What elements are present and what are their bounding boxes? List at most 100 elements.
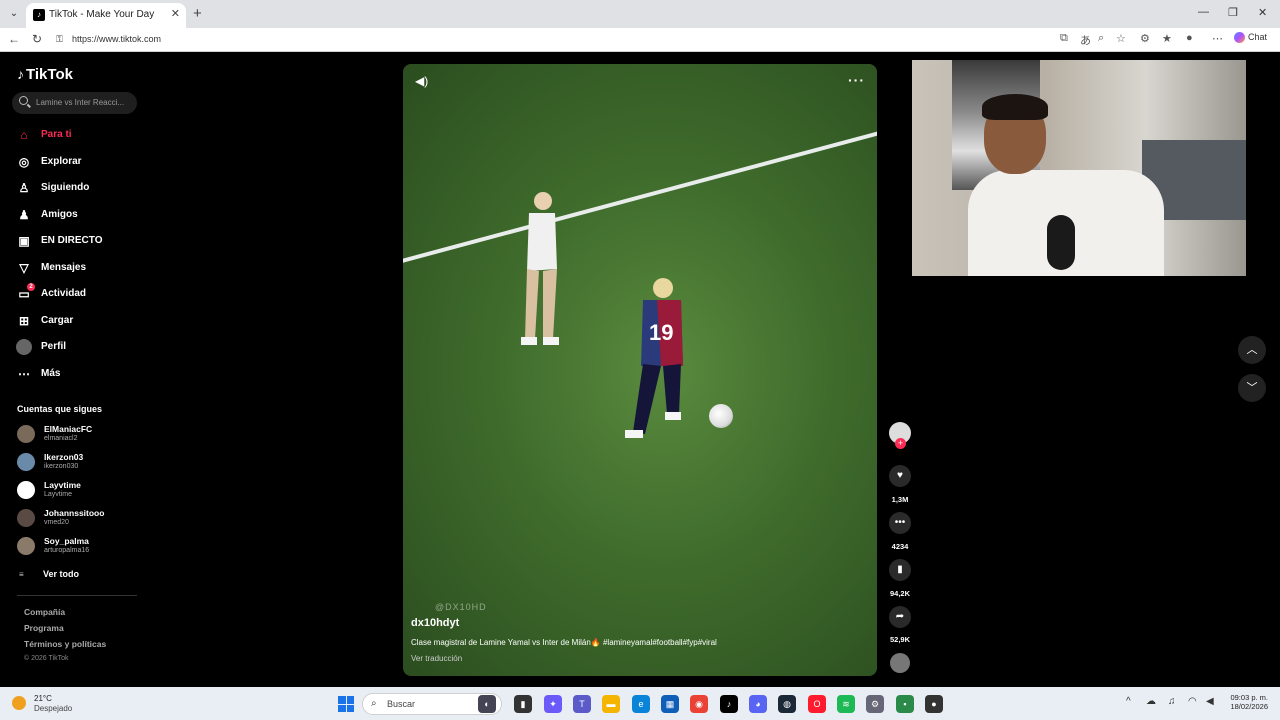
tiktok-favicon-icon: ♪ [33,9,45,21]
menu-dots-icon[interactable]: ⋯ [1212,32,1223,45]
nav-label: Para ti [41,129,72,140]
follow-plus-icon[interactable]: + [895,438,906,449]
steam-icon[interactable]: ◍ [778,695,796,713]
copilot-app-icon[interactable]: ✦ [544,695,562,713]
previous-video-chevron-up-icon[interactable]: ︿ [1238,336,1266,364]
account-handle: ikerzon030 [44,463,79,470]
search-input[interactable]: Lamine vs Inter Reacci... [12,92,137,114]
account-name: ElManiacFC [44,424,93,434]
windows-start-icon[interactable] [338,696,354,712]
tray-chevron-up-icon[interactable]: ^ [1126,696,1131,707]
volume-icon[interactable]: ◀) [415,74,428,88]
copilot-chat-button[interactable]: Chat [1234,32,1267,44]
teams-icon[interactable]: T [573,695,591,713]
weather-sun-icon[interactable] [12,696,26,710]
footer-link-terms[interactable]: Términos y políticas [24,639,106,649]
live-icon: ▣ [18,234,30,248]
avatar [17,481,35,499]
discord-icon[interactable]: ◕ [749,695,767,713]
chrome-icon[interactable]: ◉ [690,695,708,713]
more-icon: ⋯ [18,366,30,381]
zoom-icon[interactable]: ⌕ [1098,32,1104,45]
extensions-icon[interactable]: ⚙ [1140,32,1150,45]
account-handle: vmed20 [44,519,69,526]
open-in-app-icon[interactable]: ⧉ [1060,32,1068,45]
translate-icon[interactable]: あ [1080,32,1091,48]
avatar [17,425,35,443]
nav-item-siguiendo[interactable]: ♙ Siguiendo [16,176,146,203]
save-count: 94,2K [889,589,910,598]
notification-badge: 2 [27,283,35,291]
bookmark-icon[interactable]: ▮ [889,559,911,581]
tab-list-chevron-icon[interactable]: ⌄ [6,6,22,22]
weather-desc: Despejado [34,704,73,713]
task-view-icon[interactable]: ▮ [514,695,532,713]
maximize-icon[interactable]: ❐ [1228,6,1238,19]
nav-item-perfil[interactable]: Perfil [16,335,146,362]
weather-temp: 21°C [34,694,52,703]
video-caption: Clase magistral de Lamine Yamal vs Inter… [411,638,717,647]
file-explorer-icon[interactable]: ▬ [602,695,620,713]
volume-icon[interactable]: ◀ [1206,696,1214,707]
tiktok-app-icon[interactable]: ♪ [720,695,738,713]
defender-player [521,192,559,345]
edge-icon[interactable]: e [632,695,650,713]
avatar [17,509,35,527]
like-heart-icon[interactable]: ♥ [889,465,911,487]
nav-item-mas[interactable]: ⋯ Más [16,362,146,389]
share-arrow-icon[interactable]: ➦ [889,606,911,628]
nav-item-actividad[interactable]: ▭ 2 Actividad [16,282,146,309]
tab-close-icon[interactable]: ✕ [171,7,180,20]
jersey-number: 19 [649,320,673,345]
see-translation-link[interactable]: Ver traducción [411,654,462,663]
taskbar-clock[interactable]: 09:03 p. m. 18/02/2026 [1228,693,1268,711]
music-disc-icon[interactable] [890,653,910,673]
nav-item-explorar[interactable]: ◎ Explorar [16,150,146,177]
pitch-line [403,124,877,268]
url-field[interactable]: https://www.tiktok.com [72,34,161,44]
following-section-title: Cuentas que sigues [17,404,103,414]
store-icon[interactable]: ▦ [661,695,679,713]
more-options-icon[interactable]: ··· [848,72,865,88]
footer-link-program[interactable]: Programa [24,623,64,633]
wifi-icon[interactable]: ◠ [1188,696,1197,707]
cloud-icon[interactable]: ☁ [1146,696,1156,707]
search-highlight-icon[interactable]: ◐ [478,695,496,713]
nav-item-para-ti[interactable]: ⌂ Para ti [16,123,146,150]
nav-item-cargar[interactable]: ⊞ Cargar [16,309,146,336]
see-all-link[interactable]: ≡ Ver todo [19,569,79,579]
next-video-chevron-down-icon[interactable]: ﹀ [1238,374,1266,402]
recorder-icon[interactable]: ● [925,695,943,713]
nav-item-mensajes[interactable]: ▽ Mensajes [16,256,146,283]
mic-icon[interactable]: ♫ [1168,696,1176,707]
reload-icon[interactable]: ↻ [32,32,42,46]
nav-item-amigos[interactable]: ♟ Amigos [16,203,146,230]
spotify-icon[interactable]: ≋ [837,695,855,713]
favorites-icon[interactable]: ★ [1162,32,1172,45]
profile-avatar-icon[interactable]: ● [1186,32,1193,44]
back-arrow-icon[interactable]: ← [8,32,20,46]
app-icon[interactable]: ▪ [896,695,914,713]
minimize-icon[interactable]: — [1198,6,1209,18]
new-tab-plus-icon[interactable]: + [193,5,202,22]
site-info-icon[interactable]: ⚿ [56,34,63,45]
search-icon: ⌕ [371,698,377,709]
tiktok-logo[interactable]: ♪ TikTok [17,66,73,83]
footer-link-company[interactable]: Compañía [24,607,65,617]
browser-tab[interactable]: ♪ TikTok - Make Your Day ✕ [26,3,186,28]
video-player[interactable]: 19 ◀) ··· @DX10HD dx10hdyt Clase magistr… [403,64,877,676]
webcam-overlay [912,60,1246,276]
opera-icon[interactable]: O [808,695,826,713]
favorite-star-icon[interactable]: ☆ [1116,32,1126,45]
comment-icon[interactable]: ••• [889,512,911,534]
nav-label: Amigos [41,208,78,220]
account-handle: arturopalma16 [44,547,90,554]
date-text: 18/02/2026 [1230,702,1268,711]
close-window-icon[interactable]: ✕ [1258,6,1267,19]
copilot-icon [1234,32,1245,44]
nav-item-en-directo[interactable]: ▣ EN DIRECTO [16,229,146,256]
settings-gear-icon[interactable]: ⚙ [866,695,884,713]
tab-title: TikTok - Make Your Day [49,9,155,20]
video-author[interactable]: dx10hdyt [411,617,459,629]
account-name: Soy_palma [44,536,89,546]
